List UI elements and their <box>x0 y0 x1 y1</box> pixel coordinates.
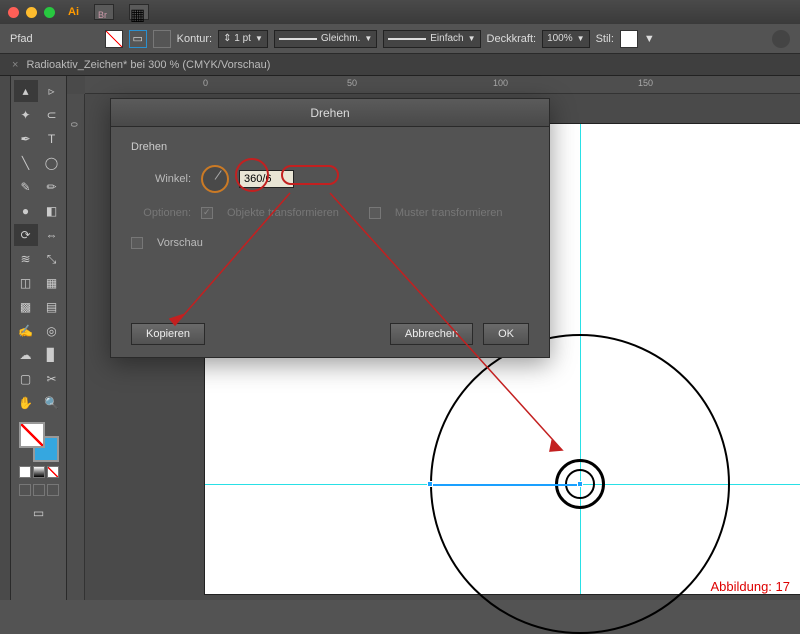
fill-stroke-control[interactable] <box>19 422 59 462</box>
symbol-tool[interactable]: ☁ <box>14 344 38 366</box>
lasso-tool[interactable]: ⊂ <box>40 104 64 126</box>
transform-patterns-label: Muster transformieren <box>395 207 503 219</box>
shape-builder-tool[interactable]: ◫ <box>14 272 38 294</box>
ruler-horizontal[interactable]: 0 50 100 150 <box>85 76 800 94</box>
eraser-tool[interactable]: ◧ <box>40 200 64 222</box>
control-bar: Pfad ▭ Kontur: ⇕ 1 pt▼ Gleichm.▼ Einfach… <box>0 24 800 54</box>
document-tab[interactable]: Radioaktiv_Zeichen* bei 300 % (CMYK/Vors… <box>26 59 270 71</box>
ok-button[interactable]: OK <box>483 323 529 345</box>
stroke-swatch[interactable]: ▭ <box>129 30 147 48</box>
eyedropper-tool[interactable]: ✍ <box>14 320 38 342</box>
mesh-tool[interactable]: ▩ <box>14 296 38 318</box>
angle-input[interactable] <box>239 170 294 188</box>
opacity-label: Deckkraft: <box>487 33 537 45</box>
artboard-tool[interactable]: ▢ <box>14 368 38 390</box>
free-transform-tool[interactable]: ⤡ <box>40 248 64 270</box>
stroke-none-icon[interactable] <box>153 30 171 48</box>
stroke-weight-select[interactable]: ⇕ 1 pt▼ <box>218 30 268 48</box>
reflect-tool[interactable]: ⇔ <box>40 224 64 246</box>
arrange-button[interactable]: ▦ <box>129 4 149 20</box>
blob-tool[interactable]: ● <box>14 200 38 222</box>
pencil-tool[interactable]: ✏ <box>40 176 64 198</box>
fill-swatch[interactable] <box>105 30 123 48</box>
stroke-profile-select[interactable]: Einfach▼ <box>383 30 480 48</box>
opacity-select[interactable]: 100%▼ <box>542 30 590 48</box>
section-label: Drehen <box>131 141 529 153</box>
document-tabbar: × Radioaktiv_Zeichen* bei 300 % (CMYK/Vo… <box>0 54 800 76</box>
gradient-tool[interactable]: ▤ <box>40 296 64 318</box>
draw-normal-icon[interactable] <box>19 484 31 496</box>
zoom-tool[interactable]: 🔍 <box>40 392 64 414</box>
stroke-label: Kontur: <box>177 33 212 45</box>
sync-icon[interactable] <box>772 30 790 48</box>
options-label: Optionen: <box>131 207 191 219</box>
none-mode-icon[interactable] <box>47 466 59 478</box>
type-tool[interactable]: T <box>40 128 64 150</box>
app-logo: Ai <box>68 6 79 18</box>
fill-color-icon[interactable] <box>19 422 45 448</box>
magic-wand-tool[interactable]: ✦ <box>14 104 38 126</box>
selected-path[interactable] <box>430 484 582 486</box>
style-swatch[interactable] <box>620 30 638 48</box>
direct-selection-tool[interactable]: ▹ <box>40 80 64 102</box>
transform-objects-checkbox <box>201 207 213 219</box>
width-tool[interactable]: ≋ <box>14 248 38 270</box>
line-tool[interactable]: ╲ <box>14 152 38 174</box>
dialog-title: Drehen <box>111 99 549 127</box>
close-icon[interactable] <box>8 7 19 18</box>
rotate-dialog: Drehen Drehen Winkel: Optionen: Objekte … <box>110 98 550 358</box>
color-mode-icon[interactable] <box>19 466 31 478</box>
bridge-button[interactable]: Br <box>94 4 114 20</box>
draw-inside-icon[interactable] <box>47 484 59 496</box>
rotate-tool[interactable]: ⟳ <box>14 224 38 246</box>
cancel-button[interactable]: Abbrechen <box>390 323 473 345</box>
style-label: Stil: <box>596 33 614 45</box>
perspective-tool[interactable]: ▦ <box>40 272 64 294</box>
style-dropdown-icon[interactable]: ▼ <box>644 33 655 45</box>
gradient-mode-icon[interactable] <box>33 466 45 478</box>
brush-tool[interactable]: ✎ <box>14 176 38 198</box>
object-type-label: Pfad <box>10 33 33 45</box>
zoom-icon[interactable] <box>44 7 55 18</box>
graph-tool[interactable]: ▊ <box>40 344 64 366</box>
transform-objects-label: Objekte transformieren <box>227 207 339 219</box>
copy-button[interactable]: Kopieren <box>131 323 205 345</box>
angle-label: Winkel: <box>131 173 191 185</box>
mac-titlebar: Ai Br ▦ <box>0 0 800 24</box>
preview-label: Vorschau <box>157 237 203 249</box>
ellipse-tool[interactable]: ◯ <box>40 152 64 174</box>
preview-checkbox[interactable] <box>131 237 143 249</box>
pen-tool[interactable]: ✒ <box>14 128 38 150</box>
anchor-point[interactable] <box>577 481 583 487</box>
angle-knob[interactable] <box>201 165 229 193</box>
figure-caption: Abbildung: 17 <box>710 579 790 594</box>
transform-patterns-checkbox <box>369 207 381 219</box>
screen-mode-icon[interactable]: ▭ <box>27 502 51 524</box>
tab-close-icon[interactable]: × <box>12 59 18 71</box>
panel-dock-left <box>0 76 11 600</box>
slice-tool[interactable]: ✂ <box>40 368 64 390</box>
anchor-point[interactable] <box>427 481 433 487</box>
selection-tool[interactable]: ▴ <box>14 80 38 102</box>
draw-behind-icon[interactable] <box>33 484 45 496</box>
hand-tool[interactable]: ✋ <box>14 392 38 414</box>
ruler-vertical[interactable]: 0 <box>67 94 85 600</box>
blend-tool[interactable]: ◎ <box>40 320 64 342</box>
tool-panel: ▴▹ ✦⊂ ✒T ╲◯ ✎✏ ●◧ ⟳⇔ ≋⤡ ◫▦ ▩▤ ✍◎ ☁▊ ▢✂ ✋… <box>11 76 67 600</box>
stroke-cap-select[interactable]: Gleichm.▼ <box>274 30 377 48</box>
minimize-icon[interactable] <box>26 7 37 18</box>
